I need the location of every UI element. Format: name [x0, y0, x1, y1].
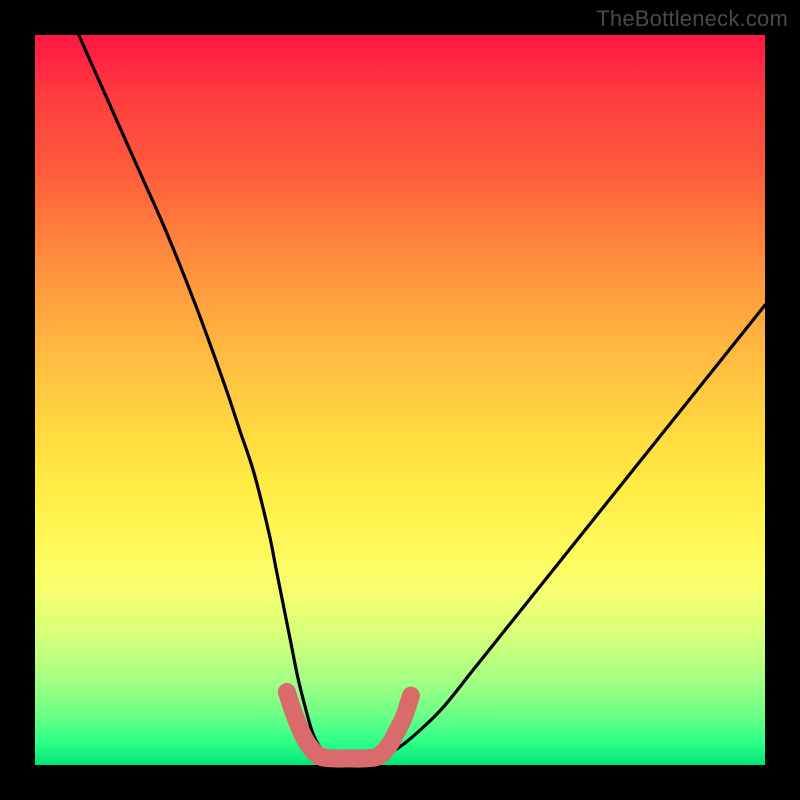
chart-frame: TheBottleneck.com	[0, 0, 800, 800]
bottleneck-curve	[79, 35, 765, 758]
chart-svg	[35, 35, 765, 765]
watermark-text: TheBottleneck.com	[596, 6, 788, 32]
